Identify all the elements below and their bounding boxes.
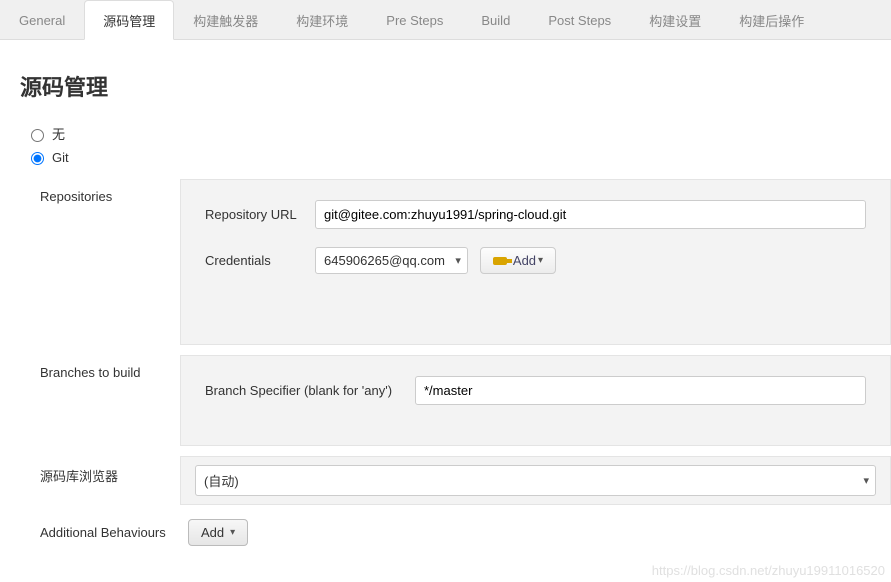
add-behaviour-button[interactable]: Add ▾ [188, 519, 248, 546]
radio-none[interactable] [31, 129, 44, 142]
tab-build[interactable]: Build [462, 0, 529, 39]
tab-post-build[interactable]: 构建后操作 [720, 0, 823, 39]
tab-scm[interactable]: 源码管理 [84, 0, 174, 40]
chevron-down-icon: ▾ [538, 255, 543, 266]
branches-label: Branches to build [20, 355, 180, 380]
caret-down-icon: ▾ [230, 527, 235, 538]
section-title: 源码管理 [20, 70, 891, 102]
branch-specifier-label: Branch Specifier (blank for 'any') [205, 383, 415, 398]
config-tabs: General 源码管理 构建触发器 构建环境 Pre Steps Build … [0, 0, 891, 40]
radio-none-label: 无 [52, 124, 65, 143]
scm-option-git[interactable]: Git [26, 149, 891, 165]
branches-panel: Branch Specifier (blank for 'any') [180, 355, 891, 446]
tab-post-steps[interactable]: Post Steps [529, 0, 630, 39]
repo-browser-label: 源码库浏览器 [20, 456, 180, 485]
tab-general[interactable]: General [0, 0, 84, 39]
tab-pre-steps[interactable]: Pre Steps [367, 0, 462, 39]
credentials-select[interactable]: 645906265@qq.com [315, 247, 468, 274]
radio-git[interactable] [31, 152, 44, 165]
key-icon [493, 257, 507, 265]
repositories-label: Repositories [20, 179, 180, 204]
tab-environment[interactable]: 构建环境 [277, 0, 367, 39]
additional-label: Additional Behaviours [20, 515, 180, 540]
scm-option-none[interactable]: 无 [26, 124, 891, 143]
radio-git-label: Git [52, 150, 69, 165]
repo-url-label: Repository URL [205, 207, 315, 222]
repo-url-input[interactable] [315, 200, 866, 229]
tab-build-settings[interactable]: 构建设置 [630, 0, 720, 39]
credentials-label: Credentials [205, 253, 315, 268]
repo-browser-select[interactable]: (自动) [195, 465, 876, 496]
add-credentials-button[interactable]: Add ▾ [480, 247, 556, 274]
repo-browser-panel: (自动) [180, 456, 891, 505]
watermark-text: https://blog.csdn.net/zhuyu19911016520 [652, 563, 885, 578]
scm-section: 源码管理 无 Git Repositories Repository URL C… [0, 40, 891, 546]
repositories-panel: Repository URL Credentials 645906265@qq.… [180, 179, 891, 345]
tab-triggers[interactable]: 构建触发器 [174, 0, 277, 39]
branch-specifier-input[interactable] [415, 376, 866, 405]
